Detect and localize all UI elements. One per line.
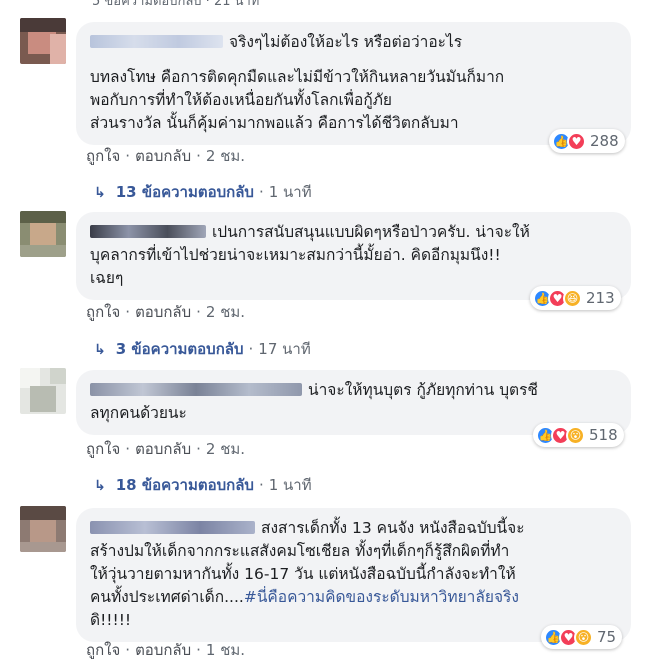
avatar[interactable] — [20, 506, 66, 552]
comment-text-line: น่าจะให้ทุนบุตร กู้ภัยทุกท่าน บุตรชี — [308, 381, 538, 399]
comment-text-first: จริงๆไม่ต้องให้อะไร หรือต่อว่าอะไร — [229, 33, 463, 51]
comment-time[interactable]: 1 ชม. — [206, 641, 245, 659]
reply-link[interactable]: ตอบกลับ — [135, 147, 191, 165]
author-name-blurred[interactable] — [90, 521, 255, 534]
reaction-count: 75 — [597, 628, 617, 646]
comment-bubble: สงสารเด็กทั้ง 13 คนจัง หนังสือฉบับนี้จะ … — [76, 508, 631, 642]
like-link[interactable]: ถูกใจ — [86, 303, 120, 321]
author-name-blurred[interactable] — [90, 35, 223, 48]
comment-text-line: คนทั้งประเทศด่าเด็ก.... — [90, 588, 244, 606]
reactions-summary[interactable]: 👍 ♥ 😮 75 — [541, 625, 623, 649]
author-name-blurred[interactable] — [90, 383, 302, 396]
comment-text-line: ส่วนรางวัล นั้นก็คุ้มค่ามากพอแล้ว คือการ… — [90, 114, 459, 132]
reply-arrow-icon: ↳ — [94, 185, 106, 201]
comment-actions: ถูกใจ · ตอบกลับ · 2 ชม. — [86, 440, 246, 458]
reactions-summary[interactable]: 👍 ♥ 😮 518 — [533, 423, 624, 447]
comment-actions: ถูกใจ · ตอบกลับ · 1 ชม. — [86, 641, 246, 659]
comment-text-line: บุคลากรที่เข้าไปช่วยน่าจะเหมาะสมกว่านี้ม… — [90, 246, 501, 264]
comment-text-line: ลทุกคนด้วยนะ — [90, 404, 187, 422]
comment-time[interactable]: 2 ชม. — [206, 303, 245, 321]
replies-count: 3 ข้อความตอบกลับ — [115, 340, 244, 358]
comment-actions: ถูกใจ · ตอบกลับ · 2 ชม. — [86, 147, 246, 165]
comment-bubble: จริงๆไม่ต้องให้อะไร หรือต่อว่าอะไร บทลงโ… — [76, 22, 631, 145]
comment-text-line: สงสารเด็กทั้ง 13 คนจัง หนังสือฉบับนี้จะ — [261, 519, 525, 537]
like-link[interactable]: ถูกใจ — [86, 440, 120, 458]
reaction-count: 288 — [590, 132, 619, 150]
reply-arrow-icon: ↳ — [94, 478, 106, 494]
like-link[interactable]: ถูกใจ — [86, 147, 120, 165]
view-replies-link[interactable]: ↳ 18 ข้อความตอบกลับ · 1 นาที — [94, 473, 312, 497]
haha-icon: 😆 — [563, 288, 582, 308]
love-icon: ♥ — [567, 131, 586, 151]
avatar[interactable] — [20, 18, 66, 64]
comment-actions: ถูกใจ · ตอบกลับ · 2 ชม. — [86, 303, 246, 321]
reply-link[interactable]: ตอบกลับ — [135, 303, 191, 321]
replies-time: 1 นาที — [268, 183, 312, 201]
replies-count: 13 ข้อความตอบกลับ — [115, 183, 254, 201]
comment-text-line: ให้วุ่นวายตามหากันทั้ง 16-17 วัน แต่หนัง… — [90, 565, 516, 583]
avatar[interactable] — [20, 211, 66, 257]
comment-time[interactable]: 2 ชม. — [206, 147, 245, 165]
replies-time: 17 นาที — [258, 340, 311, 358]
wow-icon: 😮 — [574, 627, 593, 647]
comment-text-line: พอกับการที่ทำให้ต้องเหนื่อยกันทั้งโลกเพื… — [90, 91, 393, 109]
replies-time: 1 นาที — [268, 476, 312, 494]
comment-text-line: บทลงโทษ คือการติดคุกมืดและไม่มีข้าวให้กิ… — [90, 68, 505, 86]
like-link[interactable]: ถูกใจ — [86, 641, 120, 659]
clipped-replies-header: 5 ข้อความตอบกลับ · 21 นาที — [0, 0, 650, 12]
reactions-summary[interactable]: 👍 ♥ 😆 213 — [530, 286, 621, 310]
reactions-summary[interactable]: 👍 ♥ 288 — [549, 129, 625, 153]
reaction-count: 213 — [586, 289, 615, 307]
clipped-replies-text: 5 ข้อความตอบกลับ · 21 นาที — [92, 0, 260, 9]
reaction-count: 518 — [589, 426, 618, 444]
reply-link[interactable]: ตอบกลับ — [135, 641, 191, 659]
replies-count: 18 ข้อความตอบกลับ — [115, 476, 254, 494]
reply-arrow-icon: ↳ — [94, 342, 106, 358]
wow-icon: 😮 — [566, 425, 585, 445]
view-replies-link[interactable]: ↳ 13 ข้อความตอบกลับ · 1 นาที — [94, 180, 312, 204]
reply-link[interactable]: ตอบกลับ — [135, 440, 191, 458]
author-name-blurred[interactable] — [90, 225, 206, 238]
comment-text-line: ดิ!!!!! — [90, 611, 132, 629]
comment-text-line: สร้างปมให้เด็กจากกระแสสังคมโซเชียล ทั้งๆ… — [90, 542, 510, 560]
comment-text-line: เปนการสนับสนุนแบบผิดๆหรือป่าวครับ. น่าจะ… — [212, 223, 530, 241]
view-replies-link[interactable]: ↳ 3 ข้อความตอบกลับ · 17 นาที — [94, 337, 311, 361]
comment-time[interactable]: 2 ชม. — [206, 440, 245, 458]
hashtag-link[interactable]: #นี่คือความคิดของระดับมหาวิทยาลัยจริง — [244, 588, 519, 606]
avatar[interactable] — [20, 368, 66, 414]
